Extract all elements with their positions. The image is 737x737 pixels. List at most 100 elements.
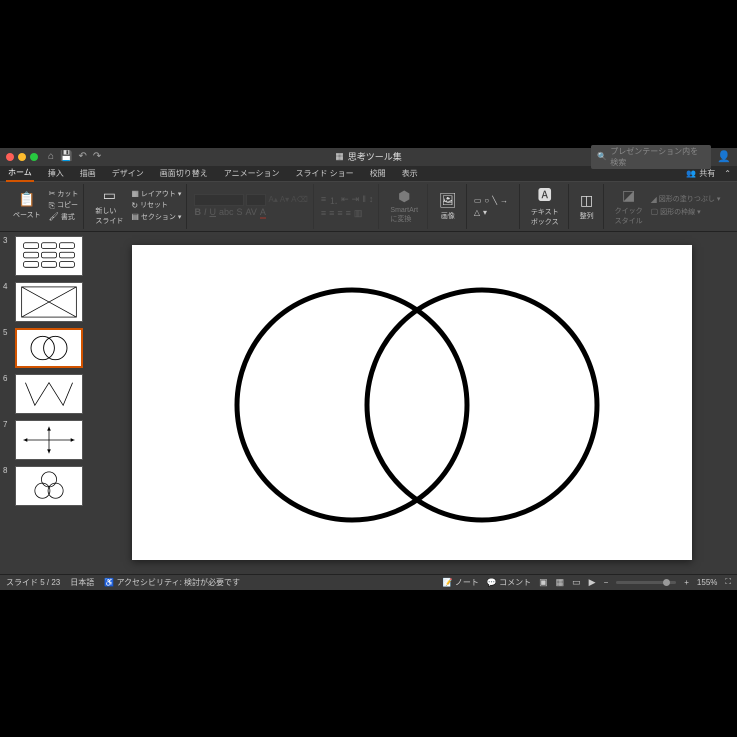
comments-button[interactable]: 💬 コメント (487, 577, 531, 588)
slide-counter[interactable]: スライド 5 / 23 (6, 577, 60, 588)
font-select[interactable] (194, 194, 244, 206)
bold-button[interactable]: B (194, 207, 201, 219)
shape-arrow-icon[interactable]: → (500, 196, 508, 205)
zoom-in-button[interactable]: + (684, 578, 689, 587)
underline-button[interactable]: U (209, 207, 216, 219)
textbox-button[interactable]: 🅰 テキスト ボックス (527, 183, 563, 229)
thumbnail-8[interactable]: 8 (3, 466, 83, 506)
columns-button[interactable]: ▥ (354, 208, 363, 219)
quick-styles-button[interactable]: ◪ クイック スタイル (611, 185, 647, 228)
tab-slideshow[interactable]: スライド ショー (293, 166, 355, 181)
shape-outline-button[interactable]: ▢図形の枠線 ▾ (651, 207, 721, 217)
bullets-button[interactable]: ≡ (321, 194, 326, 207)
text-direction-button[interactable]: ↕ (369, 194, 374, 207)
account-icon[interactable]: 👤 (717, 150, 731, 163)
numbering-button[interactable]: ⒈ (329, 194, 338, 207)
tab-insert[interactable]: 挿入 (46, 166, 66, 181)
save-icon[interactable]: 💾 (60, 151, 72, 162)
reading-view-button[interactable]: ▭ (572, 577, 581, 588)
section-button[interactable]: ▤セクション ▾ (131, 212, 181, 222)
ribbon: 📋 ペースト ✂カット ⎘コピー 🖌書式 ▭ 新しい スライド ▦レイアウト ▾ (0, 182, 737, 232)
thumbnail-5[interactable]: 5 (3, 328, 83, 368)
shape-rect-icon[interactable]: ▭ (474, 196, 482, 205)
zoom-out-button[interactable]: − (604, 578, 609, 587)
maximize-window-button[interactable] (30, 153, 38, 161)
notes-button[interactable]: 📝 ノート (443, 577, 479, 588)
thumb-number: 7 (3, 420, 11, 460)
layout-button[interactable]: ▦レイアウト ▾ (131, 189, 181, 199)
font-color-button[interactable]: A (260, 207, 266, 219)
smartart-button[interactable]: ⬢ SmartArt に変換 (386, 186, 422, 226)
home-icon[interactable]: ⌂ (48, 151, 54, 162)
document-title: ▦ 思考ツール集 (335, 150, 402, 163)
language-indicator[interactable]: 日本語 (70, 577, 94, 588)
section-icon: ▤ (131, 212, 139, 222)
shadow-button[interactable]: S (236, 207, 242, 219)
sorter-view-button[interactable]: ▦ (556, 577, 565, 588)
align-right-button[interactable]: ≡ (337, 208, 342, 219)
increase-font-icon[interactable]: A▴ (268, 195, 277, 204)
indent-dec-button[interactable]: ⇤ (341, 194, 349, 207)
slide-thumbnails[interactable]: 3 4 5 6 7 8 (0, 232, 86, 574)
spacing-button[interactable]: AV (245, 207, 256, 219)
decrease-font-icon[interactable]: A▾ (280, 195, 289, 204)
thumbnail-6[interactable]: 6 (3, 374, 83, 414)
zoom-thumb[interactable] (663, 579, 670, 586)
fit-window-button[interactable]: ⛶ (725, 577, 731, 587)
minimize-window-button[interactable] (18, 153, 26, 161)
zoom-level[interactable]: 155% (697, 578, 717, 587)
cut-button[interactable]: ✂カット (49, 189, 79, 199)
chevron-up-icon[interactable]: ⌃ (724, 169, 731, 178)
redo-icon[interactable]: ↷ (93, 151, 101, 162)
smartart-label: SmartArt に変換 (390, 207, 418, 224)
textbox-group: 🅰 テキスト ボックス (522, 184, 569, 229)
shape-fill-button[interactable]: ◢図形の塗りつぶし ▾ (651, 195, 721, 205)
share-button[interactable]: 👥 共有 ⌃ (686, 168, 731, 179)
tab-view[interactable]: 表示 (400, 166, 420, 181)
strike-button[interactable]: abc (219, 207, 234, 219)
format-painter-button[interactable]: 🖌書式 (49, 212, 79, 222)
venn-circle-left[interactable] (237, 290, 467, 520)
picture-button[interactable]: 🖼 画像 (435, 190, 461, 223)
tab-transitions[interactable]: 画面切り替え (158, 166, 210, 181)
tab-home[interactable]: ホーム (6, 165, 34, 182)
align-left-button[interactable]: ≡ (321, 208, 326, 219)
reset-button[interactable]: ↻リセット (131, 201, 181, 211)
align-center-button[interactable]: ≡ (329, 208, 334, 219)
arrange-button[interactable]: ◫ 整列 (576, 190, 598, 223)
shape-circle-icon[interactable]: ○ (484, 196, 489, 205)
tab-design[interactable]: デザイン (110, 166, 146, 181)
zoom-slider[interactable] (616, 581, 676, 584)
textbox-label: テキスト ボックス (531, 207, 559, 227)
indent-inc-button[interactable]: ⇥ (352, 194, 360, 207)
close-window-button[interactable] (6, 153, 14, 161)
copy-icon: ⎘ (49, 201, 55, 211)
italic-button[interactable]: I (204, 207, 207, 219)
undo-icon[interactable]: ↶ (79, 151, 87, 162)
paste-button[interactable]: 📋 ペースト (9, 189, 45, 222)
thumbnail-3[interactable]: 3 (3, 236, 83, 276)
shape-more-icon[interactable]: ▾ (483, 208, 487, 217)
thumb-number: 3 (3, 236, 11, 276)
search-input[interactable]: 🔍 プレゼンテーション内を検索 (591, 145, 711, 169)
normal-view-button[interactable]: ▣ (539, 577, 548, 588)
slideshow-view-button[interactable]: ▶ (589, 577, 596, 588)
venn-circle-right[interactable] (367, 290, 597, 520)
justify-button[interactable]: ≡ (346, 208, 351, 219)
clipboard-icon: 📋 (18, 191, 35, 208)
clear-format-icon[interactable]: A⌫ (291, 195, 308, 204)
font-size-select[interactable] (246, 194, 266, 206)
accessibility-checker[interactable]: ♿ アクセシビリティ: 検討が必要です (104, 577, 240, 588)
new-slide-button[interactable]: ▭ 新しい スライド (91, 185, 127, 228)
slide-canvas-area[interactable] (86, 232, 737, 574)
tab-draw[interactable]: 描画 (78, 166, 98, 181)
tab-review[interactable]: 校閲 (368, 166, 388, 181)
current-slide[interactable] (132, 245, 692, 560)
shape-line-icon[interactable]: ╲ (492, 196, 497, 205)
thumbnail-7[interactable]: 7 (3, 420, 83, 460)
line-spacing-button[interactable]: ‖ (362, 194, 366, 207)
thumbnail-4[interactable]: 4 (3, 282, 83, 322)
tab-animations[interactable]: アニメーション (222, 166, 282, 181)
shape-triangle-icon[interactable]: △ (474, 208, 480, 217)
copy-button[interactable]: ⎘コピー (49, 201, 79, 211)
